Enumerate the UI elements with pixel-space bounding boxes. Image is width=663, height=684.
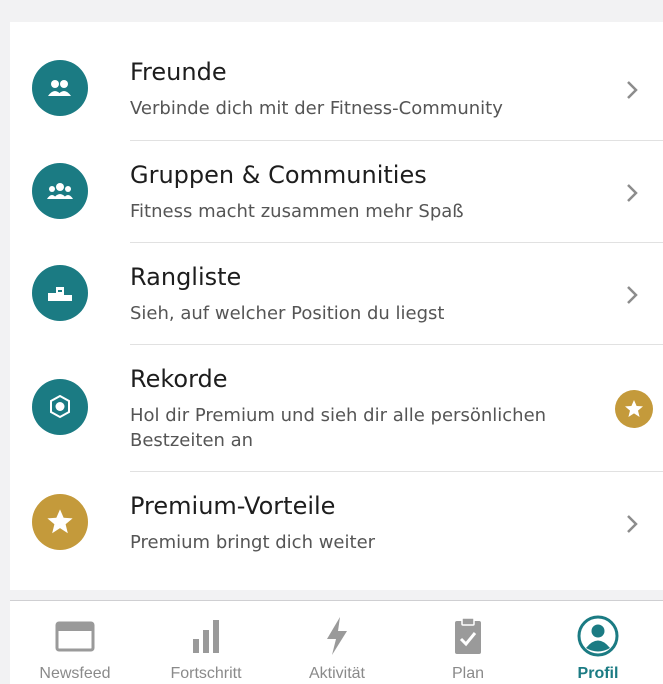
tab-newsfeed[interactable]: Newsfeed	[10, 601, 140, 684]
menu-item-subtitle: Sieh, auf welcher Position du liegst	[130, 303, 445, 324]
groups-icon	[32, 163, 88, 219]
menu-item-subtitle-line1: Hol dir Premium und sieh dir alle persön…	[130, 405, 547, 426]
menu-item-subtitle: Fitness macht zusammen mehr Spaß	[130, 201, 464, 222]
newsfeed-icon	[55, 621, 95, 652]
menu-item-gruppen[interactable]: Gruppen & Communities Fitness macht zusa…	[10, 141, 663, 242]
medal-icon	[32, 379, 88, 435]
podium-icon	[32, 265, 88, 321]
chevron-right-icon	[627, 286, 638, 304]
clipboard-check-icon	[455, 617, 481, 654]
menu-item-title: Premium-Vorteile	[130, 492, 336, 520]
top-strip	[0, 0, 663, 22]
menu-item-freunde[interactable]: Freunde Verbinde dich mit der Fitness-Co…	[10, 40, 663, 140]
tab-label: Profil	[577, 665, 619, 682]
star-icon	[32, 494, 88, 550]
menu-item-rangliste[interactable]: Rangliste Sieh, auf welcher Position du …	[10, 243, 663, 344]
menu-item-title: Freunde	[130, 58, 227, 86]
chevron-right-icon	[627, 515, 638, 533]
menu-item-subtitle-line2: Bestzeiten an	[130, 430, 254, 451]
tab-label: Newsfeed	[39, 665, 111, 682]
menu-item-premium-vorteile[interactable]: Premium-Vorteile Premium bringt dich wei…	[10, 472, 663, 572]
profile-icon	[577, 615, 619, 657]
tab-aktivitaet[interactable]: Aktivität	[272, 601, 402, 684]
tab-fortschritt[interactable]: Fortschritt	[141, 601, 271, 684]
profile-menu-list: Freunde Verbinde dich mit der Fitness-Co…	[10, 22, 663, 590]
menu-item-title: Rangliste	[130, 263, 242, 291]
friends-icon	[32, 60, 88, 116]
menu-item-subtitle: Verbinde dich mit der Fitness-Community	[130, 98, 503, 119]
menu-item-rekorde[interactable]: Rekorde Hol dir Premium und sieh dir all…	[10, 345, 663, 471]
lightning-icon	[327, 617, 347, 655]
menu-item-title: Rekorde	[130, 365, 228, 393]
chevron-right-icon	[627, 81, 638, 99]
tab-label: Plan	[451, 665, 485, 682]
tab-label: Fortschritt	[170, 665, 242, 682]
menu-item-title: Gruppen & Communities	[130, 161, 427, 189]
chevron-right-icon	[627, 184, 638, 202]
progress-chart-icon	[193, 620, 219, 653]
tab-label: Aktivität	[308, 665, 365, 682]
bottom-tab-bar: Newsfeed Fortschritt Aktivität Plan Prof…	[10, 600, 663, 684]
premium-star-icon	[615, 390, 653, 428]
tab-profil[interactable]: Profil	[533, 601, 663, 684]
tab-plan[interactable]: Plan	[403, 601, 533, 684]
menu-item-subtitle: Premium bringt dich weiter	[130, 532, 376, 553]
